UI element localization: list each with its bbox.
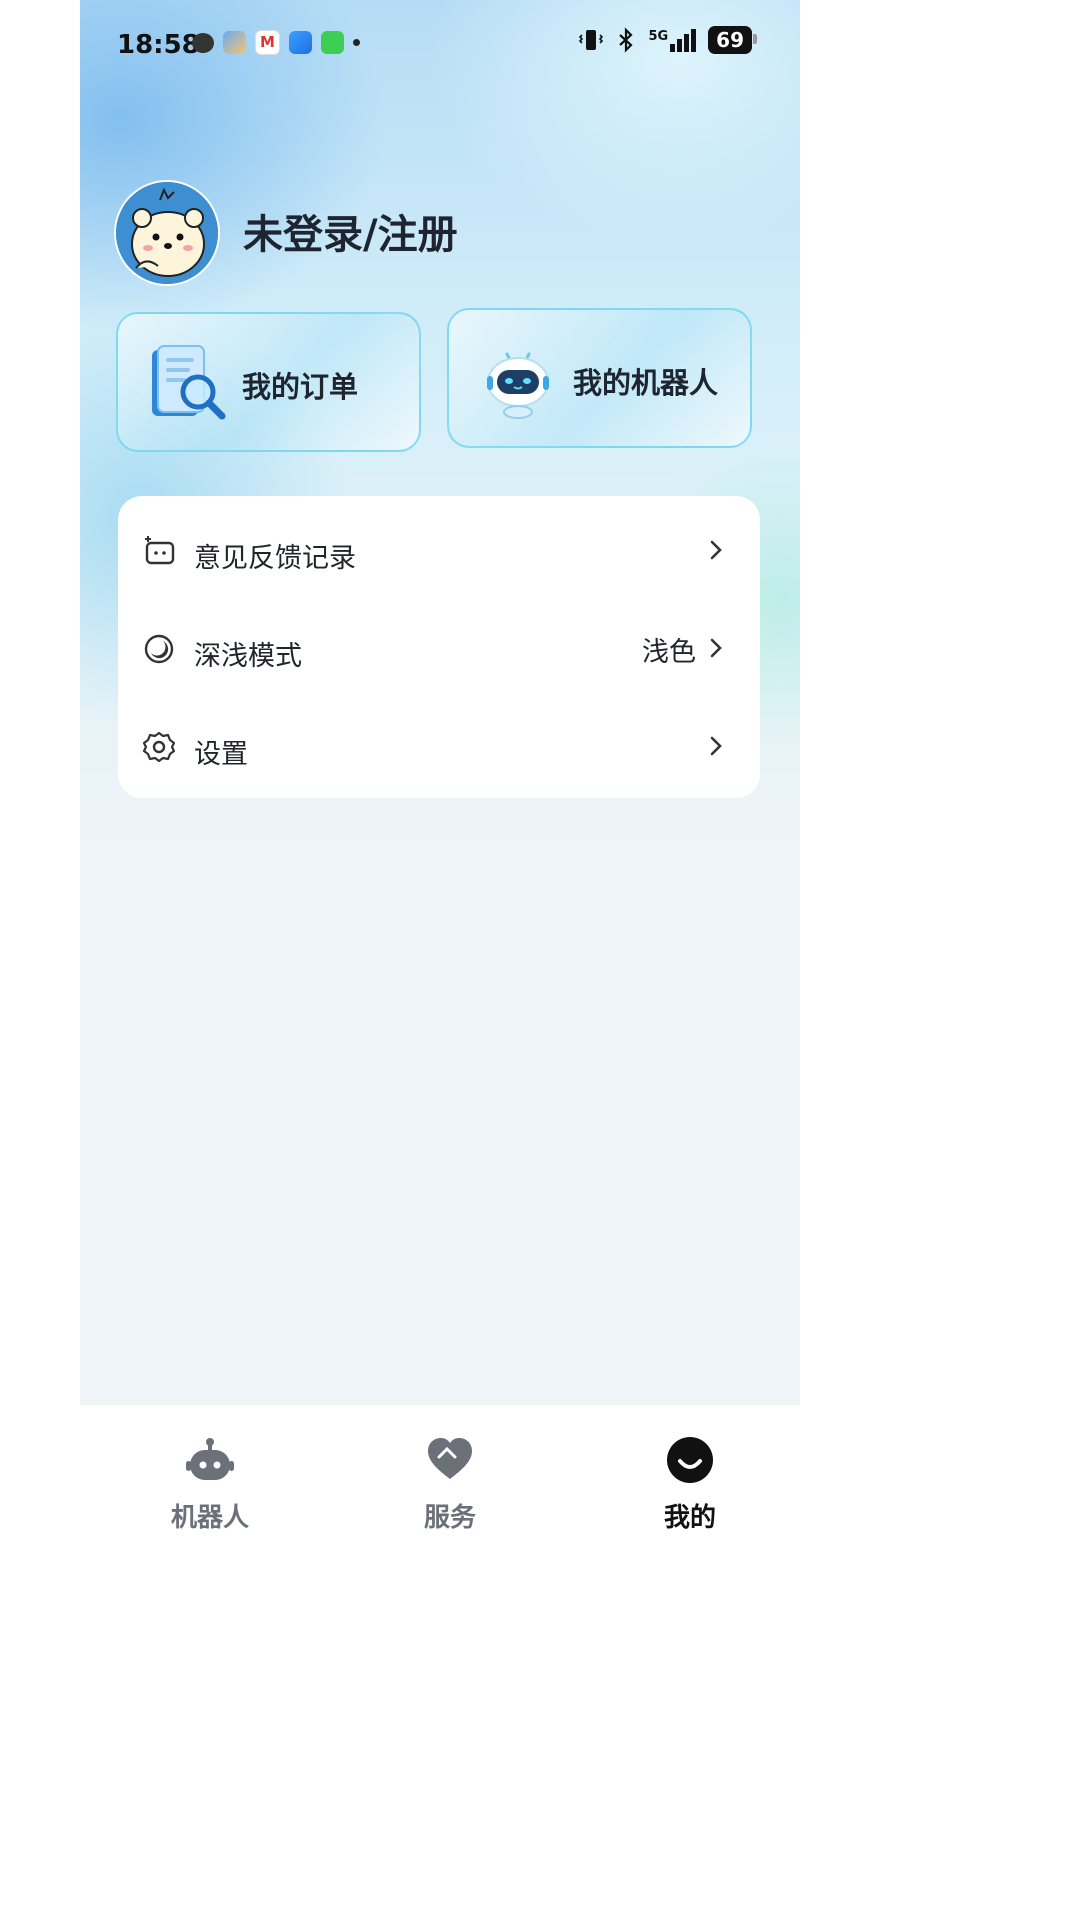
signal-5g-icon: 5G xyxy=(648,28,697,52)
phone-screen: 18:58 M 5G 69 未登录/注册 我的订单 我的机器人 意见反馈记录 深… xyxy=(80,0,800,1930)
heart-tab-icon xyxy=(428,1438,472,1479)
tab-service[interactable]: 服务 xyxy=(380,1435,520,1534)
wechat-icon xyxy=(192,32,214,53)
tab-label-robot: 机器人 xyxy=(170,1503,249,1533)
theme-mode-icon xyxy=(144,634,174,664)
chevron-right-icon xyxy=(710,736,722,756)
status-time: 18:58 xyxy=(117,30,200,60)
battery-level: 69 xyxy=(716,28,744,52)
tab-label-mine: 我的 xyxy=(663,1503,716,1533)
bottom-tab-bar: 机器人 服务 我的 xyxy=(80,1405,800,1930)
chevron-right-icon xyxy=(710,638,722,658)
vibrate-icon xyxy=(579,30,604,50)
my-robots-label: 我的机器人 xyxy=(573,366,719,400)
robot-icon xyxy=(487,352,549,419)
tab-robot[interactable]: 机器人 xyxy=(140,1435,280,1534)
tab-mine[interactable]: 我的 xyxy=(620,1435,760,1534)
messages-icon xyxy=(321,31,344,54)
network-type-label: 5G xyxy=(648,28,669,44)
avatar[interactable] xyxy=(114,180,220,286)
system-icons: 5G 69 xyxy=(578,26,757,54)
gear-icon xyxy=(142,731,176,763)
my-orders-label: 我的订单 xyxy=(242,370,359,404)
weather-icon xyxy=(223,31,246,54)
menu-item-theme-mode[interactable]: 深浅模式 浅色 xyxy=(118,598,760,696)
settings-menu: 意见反馈记录 深浅模式 浅色 设置 xyxy=(118,496,760,798)
profile-tab-icon xyxy=(667,1437,713,1483)
login-register-link[interactable]: 未登录/注册 xyxy=(243,202,458,260)
menu-label-theme-mode: 深浅模式 xyxy=(194,641,302,672)
more-dot-icon xyxy=(353,39,360,46)
feedback-icon xyxy=(145,536,175,565)
notification-icons: M xyxy=(192,30,360,55)
gmail-icon: M xyxy=(255,30,280,55)
theme-mode-value: 浅色 xyxy=(642,637,696,668)
browser-icon xyxy=(289,31,312,54)
robot-tab-icon xyxy=(186,1438,234,1480)
status-bar: 18:58 M 5G 69 xyxy=(80,0,800,90)
document-search-icon xyxy=(152,345,226,420)
menu-item-feedback-records[interactable]: 意见反馈记录 xyxy=(118,500,760,598)
menu-label-settings: 设置 xyxy=(194,739,248,770)
bluetooth-icon xyxy=(619,27,634,53)
menu-item-settings[interactable]: 设置 xyxy=(118,696,760,794)
my-orders-card[interactable]: 我的订单 xyxy=(116,312,421,452)
bear-avatar-icon xyxy=(116,182,218,284)
my-robots-card[interactable]: 我的机器人 xyxy=(447,308,752,448)
menu-label-feedback: 意见反馈记录 xyxy=(194,543,356,574)
tab-label-service: 服务 xyxy=(423,1503,476,1533)
battery-icon: 69 xyxy=(708,26,757,54)
chevron-right-icon xyxy=(710,540,722,560)
